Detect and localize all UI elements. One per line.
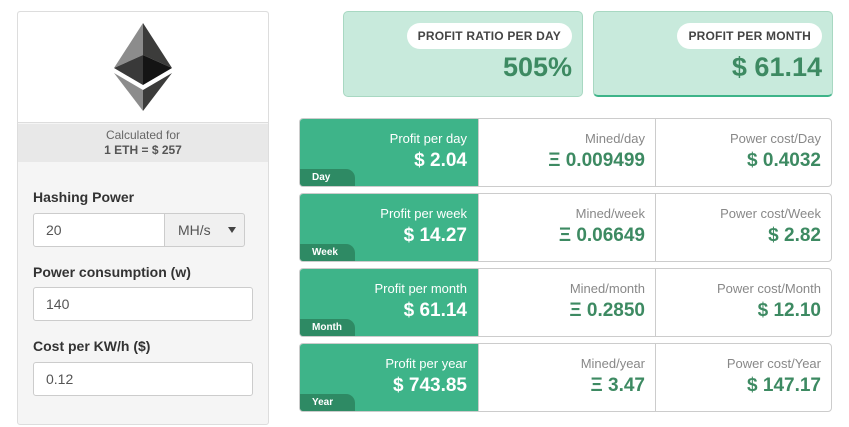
hashing-power-input[interactable]: 20 [33,213,165,247]
profit-value: $ 743.85 [393,375,467,396]
mined-cell: Mined/day Ξ 0.009499 [478,119,655,186]
row-month: Profit per month $ 61.14 Month Mined/mon… [299,268,832,337]
power-cost-cell: Power cost/Year $ 147.17 [655,344,831,411]
power-consumption-input[interactable]: 140 [33,287,253,321]
power-cost-value: $ 147.17 [747,375,821,396]
chevron-down-icon [228,227,236,233]
mined-value: Ξ 0.009499 [548,150,645,171]
power-cost-value: $ 0.4032 [747,150,821,171]
power-cost-value: $ 2.82 [768,225,821,246]
profit-ratio-value: 505% [502,52,572,82]
calculated-for-label: Calculated for [105,128,181,142]
profit-value: $ 2.04 [414,150,467,171]
profit-month-card: PROFIT PER MONTH $ 61.14 [593,11,833,97]
profit-month-label: PROFIT PER MONTH [677,23,822,49]
power-cost-value: $ 12.10 [757,300,821,321]
profit-label: Profit per year [385,356,467,371]
power-consumption-label: Power consumption (w) [33,264,191,280]
cost-per-kwh-input[interactable]: 0.12 [33,362,253,396]
mined-value: Ξ 0.2850 [569,300,645,321]
period-tag: Week [300,244,355,261]
power-cost-label: Power cost/Year [726,356,821,371]
logo-box [18,12,268,123]
row-year: Profit per year $ 743.85 Year Mined/year… [299,343,832,412]
hashing-unit-select[interactable]: MH/s [164,213,245,247]
profit-label: Profit per week [380,206,467,221]
cost-per-kwh-label: Cost per KW/h ($) [33,338,151,354]
profit-ratio-card: PROFIT RATIO PER DAY 505% [343,11,583,97]
mined-label: Mined/day [585,131,645,146]
power-cost-cell: Power cost/Day $ 0.4032 [655,119,831,186]
row-week: Profit per week $ 14.27 Week Mined/week … [299,193,832,262]
profit-cell: Profit per year $ 743.85 Year [300,344,478,411]
exchange-rate-info: Calculated for 1 ETH = $ 257 [18,124,268,162]
row-day: Profit per day $ 2.04 Day Mined/day Ξ 0.… [299,118,832,187]
profit-label: Profit per day [389,131,467,146]
power-cost-label: Power cost/Day [729,131,821,146]
profit-cell: Profit per month $ 61.14 Month [300,269,478,336]
mined-cell: Mined/year Ξ 3.47 [478,344,655,411]
profit-value: $ 61.14 [403,300,467,321]
profit-month-value: $ 61.14 [731,52,822,82]
mined-cell: Mined/month Ξ 0.2850 [478,269,655,336]
profit-label: Profit per month [374,281,468,296]
hashing-power-label: Hashing Power [33,189,135,205]
mined-value: Ξ 3.47 [590,375,646,396]
period-tag: Year [300,394,355,411]
mined-label: Mined/year [580,356,645,371]
profit-ratio-label: PROFIT RATIO PER DAY [406,23,572,49]
power-cost-cell: Power cost/Week $ 2.82 [655,194,831,261]
hashing-unit-value: MH/s [178,222,211,238]
period-tag: Day [300,169,355,186]
mined-label: Mined/week [575,206,645,221]
calculator-panel: Calculated for 1 ETH = $ 257 Hashing Pow… [17,11,269,425]
power-cost-label: Power cost/Week [720,206,821,221]
eth-rate: 1 ETH = $ 257 [104,143,182,157]
profit-cell: Profit per week $ 14.27 Week [300,194,478,261]
profit-value: $ 14.27 [403,225,467,246]
mined-label: Mined/month [569,281,645,296]
ethereum-logo-icon [114,23,172,111]
period-tag: Month [300,319,355,336]
profit-cell: Profit per day $ 2.04 Day [300,119,478,186]
power-cost-cell: Power cost/Month $ 12.10 [655,269,831,336]
mined-value: Ξ 0.06649 [558,225,645,246]
power-cost-label: Power cost/Month [716,281,821,296]
mined-cell: Mined/week Ξ 0.06649 [478,194,655,261]
